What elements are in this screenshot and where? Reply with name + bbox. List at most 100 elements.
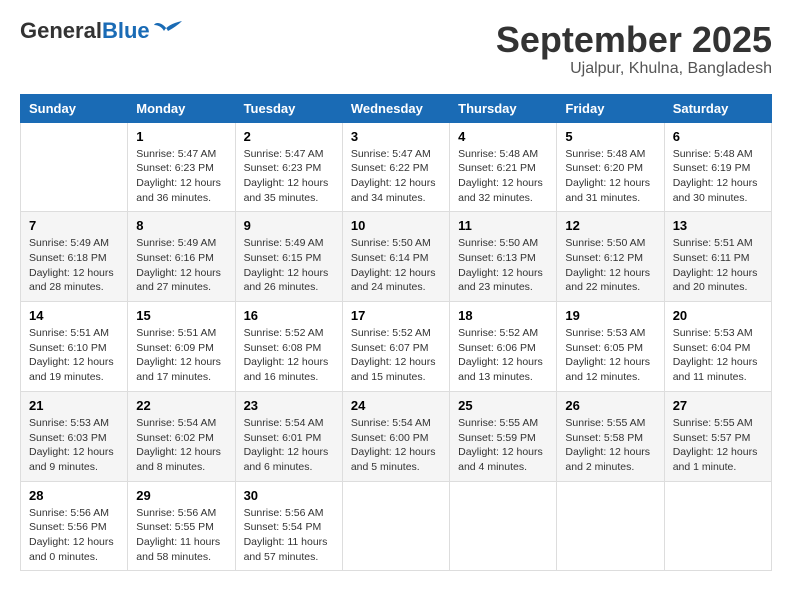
table-cell: 2Sunrise: 5:47 AMSunset: 6:23 PMDaylight… (235, 122, 342, 212)
table-cell: 19Sunrise: 5:53 AMSunset: 6:05 PMDayligh… (557, 302, 664, 392)
table-cell: 3 Sunrise: 5:47 AMSunset: 6:22 PMDaylight… (342, 122, 449, 212)
location-title: Ujalpur, Khulna, Bangladesh (496, 60, 772, 78)
table-cell: 7 Sunrise: 5:49 AMSunset: 6:18 PMDaylight… (21, 212, 128, 302)
day-info: Sunrise: 5:55 AMSunset: 5:58 PMDaylight:… (565, 416, 655, 475)
day-number: 18 (458, 308, 548, 323)
table-cell (557, 481, 664, 571)
day-number: 12 (565, 218, 655, 233)
table-cell: 21Sunrise: 5:53 AMSunset: 6:03 PMDayligh… (21, 391, 128, 481)
day-number: 13 (673, 218, 763, 233)
day-number: 9 (244, 218, 334, 233)
day-number: 6 (673, 129, 763, 144)
day-info: Sunrise: 5:54 AMSunset: 6:02 PMDaylight:… (136, 416, 226, 475)
title-section: September 2025 Ujalpur, Khulna, Banglade… (496, 20, 772, 78)
day-info: Sunrise: 5:52 AMSunset: 6:06 PMDaylight:… (458, 326, 548, 385)
table-cell (664, 481, 771, 571)
day-number: 10 (351, 218, 441, 233)
table-row: 14 Sunrise: 5:51 AMSunset: 6:10 PMDayligh… (21, 302, 772, 392)
table-cell: 17 Sunrise: 5:52 AMSunset: 6:07 PMDayligh… (342, 302, 449, 392)
day-info: Sunrise: 5:48 AMSunset: 6:21 PMDaylight:… (458, 147, 548, 206)
logo-blue: Blue (102, 18, 150, 43)
day-number: 26 (565, 398, 655, 413)
table-cell: 18 Sunrise: 5:52 AMSunset: 6:06 PMDayligh… (450, 302, 557, 392)
day-info: Sunrise: 5:53 AMSunset: 6:03 PMDaylight:… (29, 416, 119, 475)
day-info: Sunrise: 5:55 AMSunset: 5:57 PMDaylight:… (673, 416, 763, 475)
logo-bird-icon (154, 21, 182, 41)
table-cell: 28 Sunrise: 5:56 AMSunset: 5:56 PMDayligh… (21, 481, 128, 571)
day-number: 1 (136, 129, 226, 144)
day-number: 14 (29, 308, 119, 323)
day-number: 5 (565, 129, 655, 144)
day-number: 3 (351, 129, 441, 144)
day-info: Sunrise: 5:56 AMSunset: 5:55 PMDaylight:… (136, 506, 226, 565)
table-cell: 4 Sunrise: 5:48 AMSunset: 6:21 PMDaylight… (450, 122, 557, 212)
day-number: 4 (458, 129, 548, 144)
day-info: Sunrise: 5:52 AMSunset: 6:07 PMDaylight:… (351, 326, 441, 385)
table-cell: 16 Sunrise: 5:52 AMSunset: 6:08 PMDayligh… (235, 302, 342, 392)
day-info: Sunrise: 5:49 AMSunset: 6:15 PMDaylight:… (244, 236, 334, 295)
table-cell: 27Sunrise: 5:55 AMSunset: 5:57 PMDayligh… (664, 391, 771, 481)
table-cell (450, 481, 557, 571)
day-info: Sunrise: 5:47 AMSunset: 6:23 PMDaylight:… (136, 147, 226, 206)
day-info: Sunrise: 5:51 AMSunset: 6:10 PMDaylight:… (29, 326, 119, 385)
day-info: Sunrise: 5:53 AMSunset: 6:05 PMDaylight:… (565, 326, 655, 385)
table-cell: 30 Sunrise: 5:56 AMSunset: 5:54 PMDayligh… (235, 481, 342, 571)
day-number: 29 (136, 488, 226, 503)
col-header-saturday: Saturday (664, 94, 771, 122)
table-cell: 24Sunrise: 5:54 AMSunset: 6:00 PMDayligh… (342, 391, 449, 481)
day-info: Sunrise: 5:49 AMSunset: 6:16 PMDaylight:… (136, 236, 226, 295)
day-info: Sunrise: 5:53 AMSunset: 6:04 PMDaylight:… (673, 326, 763, 385)
day-number: 28 (29, 488, 119, 503)
col-header-sunday: Sunday (21, 94, 128, 122)
table-cell: 25Sunrise: 5:55 AMSunset: 5:59 PMDayligh… (450, 391, 557, 481)
day-number: 30 (244, 488, 334, 503)
table-cell: 20 Sunrise: 5:53 AMSunset: 6:04 PMDayligh… (664, 302, 771, 392)
day-info: Sunrise: 5:47 AMSunset: 6:23 PMDaylight:… (244, 147, 334, 206)
table-cell: 5 Sunrise: 5:48 AMSunset: 6:20 PMDaylight… (557, 122, 664, 212)
day-info: Sunrise: 5:54 AMSunset: 6:01 PMDaylight:… (244, 416, 334, 475)
day-info: Sunrise: 5:51 AMSunset: 6:11 PMDaylight:… (673, 236, 763, 295)
day-number: 16 (244, 308, 334, 323)
table-cell: 15 Sunrise: 5:51 AMSunset: 6:09 PMDayligh… (128, 302, 235, 392)
col-header-friday: Friday (557, 94, 664, 122)
logo: GeneralBlue (20, 20, 182, 42)
day-number: 15 (136, 308, 226, 323)
day-info: Sunrise: 5:50 AMSunset: 6:13 PMDaylight:… (458, 236, 548, 295)
day-info: Sunrise: 5:48 AMSunset: 6:19 PMDaylight:… (673, 147, 763, 206)
col-header-thursday: Thursday (450, 94, 557, 122)
day-info: Sunrise: 5:47 AMSunset: 6:22 PMDaylight:… (351, 147, 441, 206)
col-header-wednesday: Wednesday (342, 94, 449, 122)
day-number: 20 (673, 308, 763, 323)
day-number: 17 (351, 308, 441, 323)
day-info: Sunrise: 5:56 AMSunset: 5:56 PMDaylight:… (29, 506, 119, 565)
logo-general: General (20, 18, 102, 43)
day-number: 11 (458, 218, 548, 233)
table-row: 28 Sunrise: 5:56 AMSunset: 5:56 PMDayligh… (21, 481, 772, 571)
col-header-tuesday: Tuesday (235, 94, 342, 122)
table-cell: 1 Sunrise: 5:47 AMSunset: 6:23 PMDaylight… (128, 122, 235, 212)
table-row: 7 Sunrise: 5:49 AMSunset: 6:18 PMDaylight… (21, 212, 772, 302)
table-cell: 8Sunrise: 5:49 AMSunset: 6:16 PMDaylight… (128, 212, 235, 302)
table-cell: 14 Sunrise: 5:51 AMSunset: 6:10 PMDayligh… (21, 302, 128, 392)
day-info: Sunrise: 5:49 AMSunset: 6:18 PMDaylight:… (29, 236, 119, 295)
day-number: 23 (244, 398, 334, 413)
day-number: 7 (29, 218, 119, 233)
day-info: Sunrise: 5:56 AMSunset: 5:54 PMDaylight:… (244, 506, 334, 565)
table-cell: 22 Sunrise: 5:54 AMSunset: 6:02 PMDayligh… (128, 391, 235, 481)
table-cell: 11 Sunrise: 5:50 AMSunset: 6:13 PMDayligh… (450, 212, 557, 302)
table-cell (21, 122, 128, 212)
calendar-table: SundayMondayTuesdayWednesdayThursdayFrid… (20, 94, 772, 572)
table-cell: 9 Sunrise: 5:49 AMSunset: 6:15 PMDaylight… (235, 212, 342, 302)
table-cell: 10 Sunrise: 5:50 AMSunset: 6:14 PMDayligh… (342, 212, 449, 302)
day-number: 25 (458, 398, 548, 413)
table-row: 1 Sunrise: 5:47 AMSunset: 6:23 PMDaylight… (21, 122, 772, 212)
day-number: 22 (136, 398, 226, 413)
page-header: GeneralBlue September 2025 Ujalpur, Khul… (20, 20, 772, 78)
day-info: Sunrise: 5:51 AMSunset: 6:09 PMDaylight:… (136, 326, 226, 385)
table-cell: 29 Sunrise: 5:56 AMSunset: 5:55 PMDayligh… (128, 481, 235, 571)
day-info: Sunrise: 5:48 AMSunset: 6:20 PMDaylight:… (565, 147, 655, 206)
day-info: Sunrise: 5:50 AMSunset: 6:14 PMDaylight:… (351, 236, 441, 295)
month-title: September 2025 (496, 20, 772, 60)
day-info: Sunrise: 5:52 AMSunset: 6:08 PMDaylight:… (244, 326, 334, 385)
table-row: 21Sunrise: 5:53 AMSunset: 6:03 PMDayligh… (21, 391, 772, 481)
